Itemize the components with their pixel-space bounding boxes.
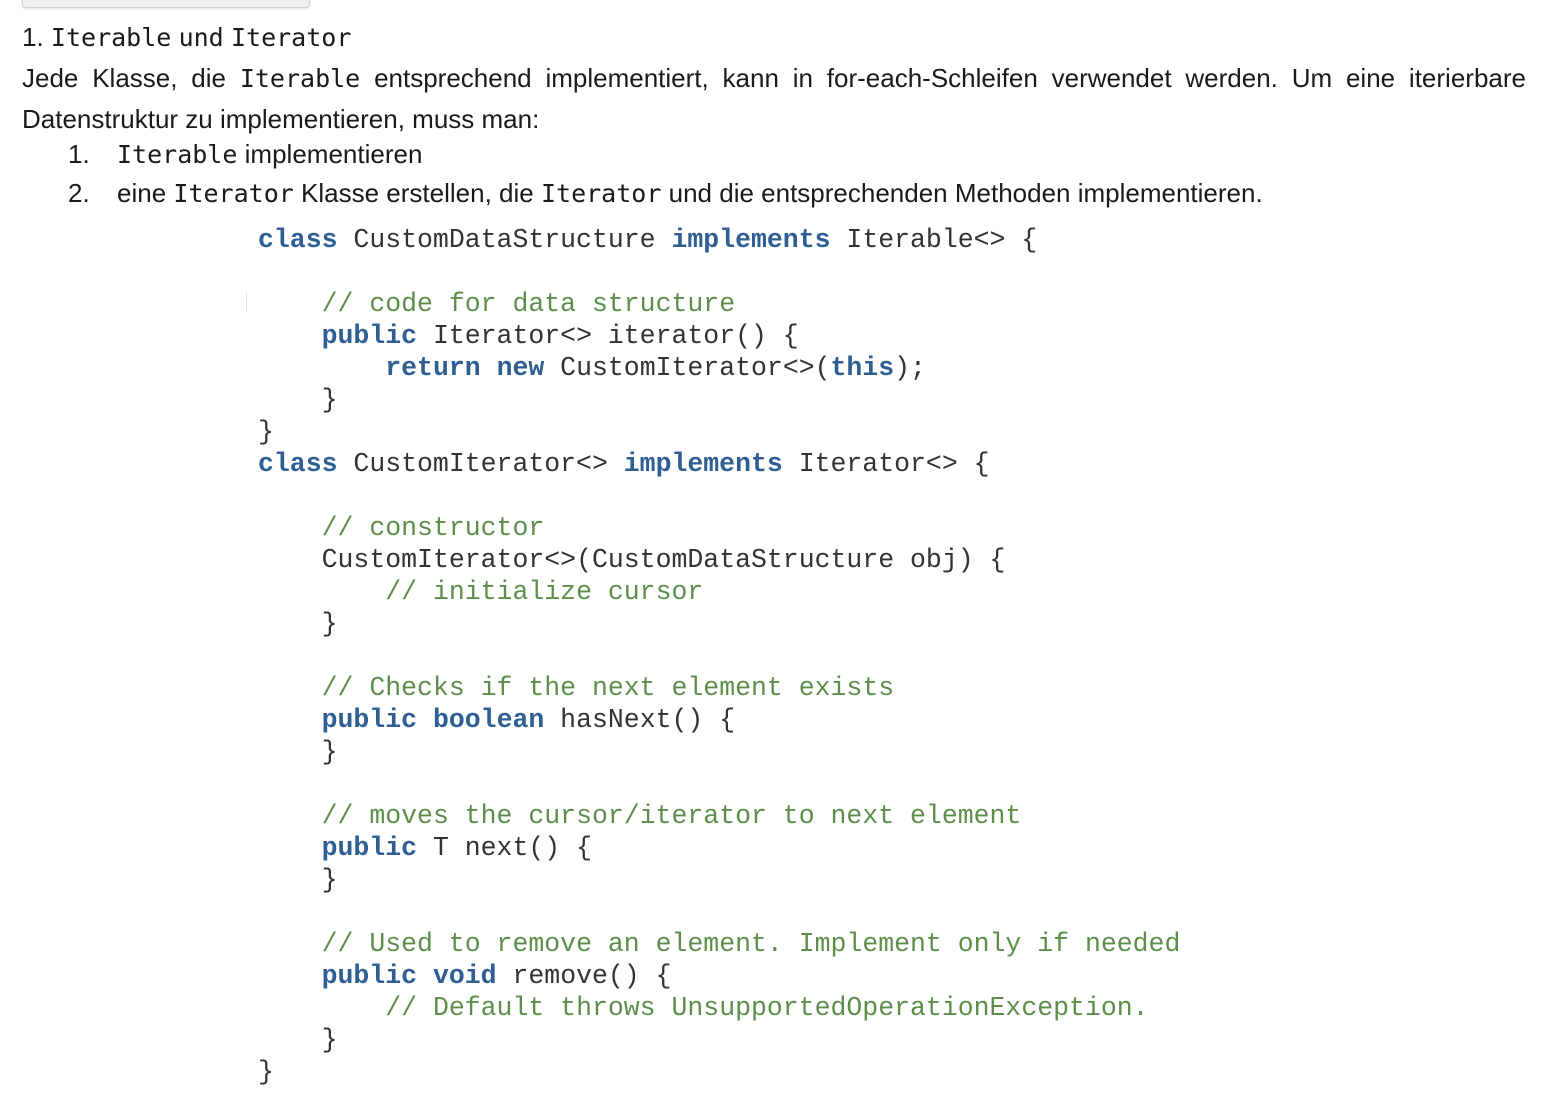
list-text: Klasse erstellen, die [301, 178, 534, 208]
code-keyword: public [321, 321, 418, 351]
heading-code-und: und [178, 23, 224, 52]
code-text: } [258, 1057, 274, 1087]
code-comment: // initialize cursor [385, 577, 704, 607]
code-line: // code for data structure [258, 288, 1180, 320]
code-text: T next() { [417, 833, 592, 863]
code-keyword: this [830, 353, 895, 383]
editor-guide-line [246, 292, 247, 312]
code-text: CustomIterator<>(CustomDataStructure obj… [321, 545, 1006, 575]
code-text: remove() { [496, 961, 672, 991]
code-comment: // moves the cursor/iterator to next ele… [321, 801, 1022, 831]
code-line: public Iterator<> iterator() { [258, 320, 1180, 352]
list-text: und die entsprechenden Methoden implemen… [668, 178, 1263, 208]
code-line: class CustomIterator<> implements Iterat… [258, 448, 1180, 480]
code-text: } [258, 417, 274, 447]
code-text: CustomDataStructure [337, 225, 672, 255]
code-keyword: implements [671, 225, 831, 255]
code-line: // Checks if the next element exists [258, 672, 1180, 704]
code-text: } [321, 1025, 338, 1055]
list-number: 1. [68, 139, 90, 169]
list-item: 2. eine Iterator Klasse erstellen, die It… [68, 175, 1263, 214]
code-line: public void remove() { [258, 960, 1180, 992]
intro-text-1: Jede Klasse, die [22, 63, 226, 93]
list-number: 2. [68, 178, 90, 208]
code-keyword: new [496, 353, 545, 383]
code-keyword: boolean [432, 705, 545, 735]
code-line: CustomIterator<>(CustomDataStructure obj… [258, 544, 1180, 576]
inline-code: Iterable [117, 140, 238, 169]
code-text: Iterable<> { [830, 225, 1038, 255]
code-keyword: implements [623, 449, 783, 479]
code-comment: // Default throws UnsupportedOperationEx… [385, 993, 1149, 1023]
code-line: // Used to remove an element. Implement … [258, 928, 1181, 960]
code-text: hasNext() { [544, 705, 736, 735]
code-line: public boolean hasNext() { [258, 704, 1180, 736]
code-line: // constructor [258, 512, 1180, 544]
code-line: } [258, 736, 1180, 768]
top-tab [22, 0, 310, 8]
intro-paragraph: Jede Klasse, die Iterable entsprechend i… [22, 58, 1526, 139]
code-line: } [258, 416, 1180, 448]
code-keyword: public [321, 833, 418, 863]
code-keyword: return [385, 353, 481, 383]
code-keyword: class [258, 225, 338, 255]
code-keyword: public [321, 705, 418, 735]
code-line: return new CustomIterator<>(this); [258, 352, 1180, 384]
section-heading: 1. Iterable und Iterator [22, 20, 351, 55]
code-text: } [321, 865, 338, 895]
heading-code-iterator: Iterator [230, 23, 352, 52]
code-text: CustomIterator<>( [544, 353, 831, 383]
list-text: eine [117, 178, 167, 208]
code-comment: // Used to remove an element. Implement … [321, 929, 1181, 959]
code-text: CustomIterator<> [337, 449, 624, 479]
code-keyword: void [432, 961, 497, 991]
code-text: } [321, 609, 338, 639]
code-line: } [258, 864, 1180, 896]
code-comment: // constructor [321, 513, 545, 543]
inline-code: Iterator [173, 179, 294, 208]
code-text: ); [894, 353, 926, 383]
steps-list: 1. Iterable implementieren 2. eine Iterato… [68, 136, 1263, 214]
list-item: 1. Iterable implementieren [68, 136, 1263, 175]
code-keyword: class [258, 449, 338, 479]
code-text: } [321, 385, 338, 415]
code-text: Iterator<> iterator() { [417, 321, 799, 351]
code-line: // initialize cursor [258, 576, 1180, 608]
inline-code: Iterator [540, 179, 662, 208]
code-keyword: public [321, 961, 418, 991]
code-line: } [258, 384, 1180, 416]
code-line: class CustomDataStructure implements Ite… [258, 224, 1180, 256]
code-line: public T next() { [258, 832, 1180, 864]
code-text: Iterator<> { [782, 449, 990, 479]
code-block: class CustomDataStructure implements Ite… [258, 224, 1180, 1088]
code-comment: // code for data structure [321, 289, 736, 319]
heading-code-iterable: Iterable [50, 23, 172, 52]
intro-code-iterable: Iterable [239, 64, 361, 93]
heading-number: 1. [22, 22, 44, 52]
code-comment: // Checks if the next element exists [321, 673, 895, 703]
code-line: } [258, 1024, 1180, 1056]
code-line: // Default throws UnsupportedOperationEx… [258, 992, 1180, 1024]
code-line: } [258, 1056, 1180, 1088]
code-line: // moves the cursor/iterator to next ele… [258, 800, 1180, 832]
list-text: implementieren [244, 139, 423, 169]
code-text: } [321, 737, 338, 767]
code-line: } [258, 608, 1180, 640]
